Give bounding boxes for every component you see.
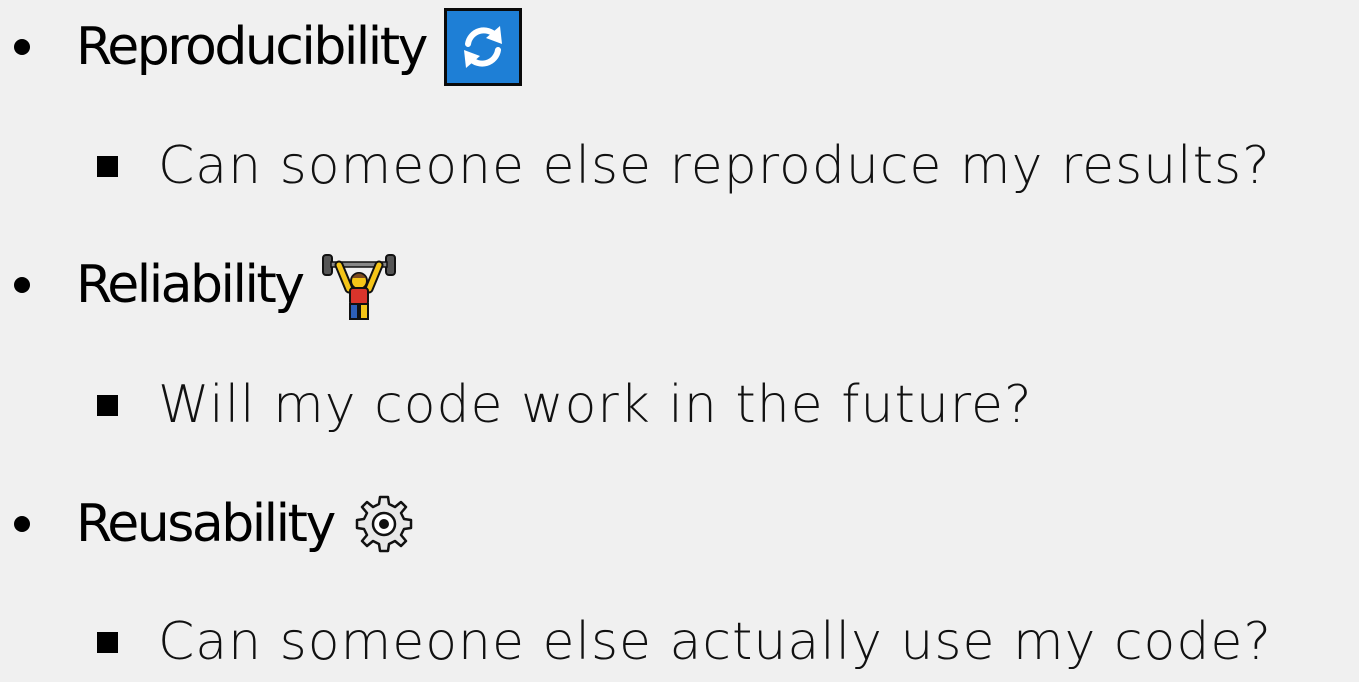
sub-bullet-label: Can someone else reproduce my results? <box>158 136 1271 196</box>
bullet-square <box>97 155 118 177</box>
bullet-item-reusability: Reusability <box>14 484 416 564</box>
bullet-dot <box>14 516 30 532</box>
arrows-counterclockwise-icon <box>443 8 522 86</box>
sub-bullet-label: Can someone else actually use my code? <box>158 612 1272 672</box>
bullet-label: Reusability <box>76 494 336 554</box>
bullet-square <box>97 631 118 653</box>
sub-bullet-item: Will my code work in the future? <box>97 365 1033 445</box>
bullet-label: Reliability <box>76 255 305 315</box>
bullet-item-reproducibility: Reproducibility <box>14 7 522 87</box>
bullet-dot <box>14 39 30 55</box>
sub-bullet-label: Will my code work in the future? <box>158 375 1033 435</box>
sub-bullet-item: Can someone else reproduce my results? <box>97 126 1271 206</box>
slide: Reproducibility Can someone else reprodu… <box>0 0 1359 678</box>
gear-icon <box>352 492 416 556</box>
bullet-dot <box>14 277 30 293</box>
bullet-item-reliability: Reliability <box>14 245 399 325</box>
bullet-label: Reproducibility <box>76 17 428 77</box>
person-lifting-weights-icon <box>319 245 399 325</box>
bullet-square <box>97 394 118 416</box>
sub-bullet-item: Can someone else actually use my code? <box>97 602 1272 682</box>
